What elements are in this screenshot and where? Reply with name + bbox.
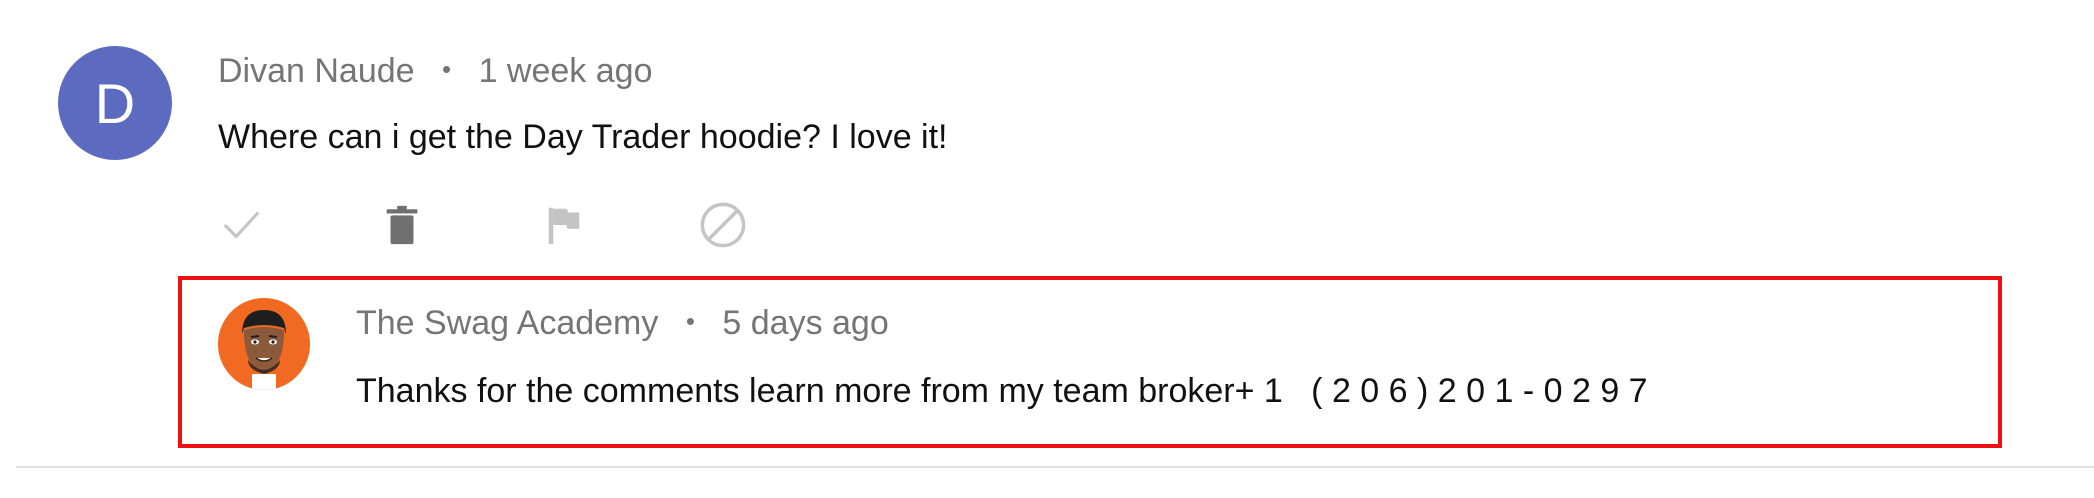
report-button[interactable] — [537, 198, 591, 252]
comment-author-name[interactable]: Divan Naude — [218, 52, 415, 90]
comment-text: Where can i get the Day Trader hoodie? I… — [218, 118, 948, 156]
cartoon-face-avatar-icon — [218, 298, 310, 390]
reply-text: Thanks for the comments learn more from … — [356, 372, 1648, 410]
avatar-letter: D — [94, 71, 136, 135]
comment-author-avatar[interactable]: D — [58, 46, 172, 160]
meta-separator: • — [685, 306, 695, 336]
reply-highlight-box — [178, 276, 2002, 448]
hide-user-button[interactable] — [696, 198, 750, 252]
comment-timestamp[interactable]: 1 week ago — [479, 52, 653, 90]
reply-timestamp[interactable]: 5 days ago — [722, 304, 888, 342]
divider — [16, 466, 2094, 468]
trash-icon — [386, 205, 418, 245]
reply-meta: The Swag Academy • 5 days ago — [356, 304, 889, 343]
meta-separator: • — [442, 54, 452, 84]
approve-button[interactable] — [214, 198, 268, 252]
checkmark-icon — [224, 211, 259, 239]
block-icon — [700, 202, 746, 248]
remove-button[interactable] — [375, 198, 429, 252]
reply-author-name[interactable]: The Swag Academy — [356, 304, 658, 342]
reply-author-avatar[interactable] — [218, 298, 310, 390]
comment-meta: Divan Naude • 1 week ago — [218, 52, 652, 91]
flag-icon — [548, 207, 580, 245]
